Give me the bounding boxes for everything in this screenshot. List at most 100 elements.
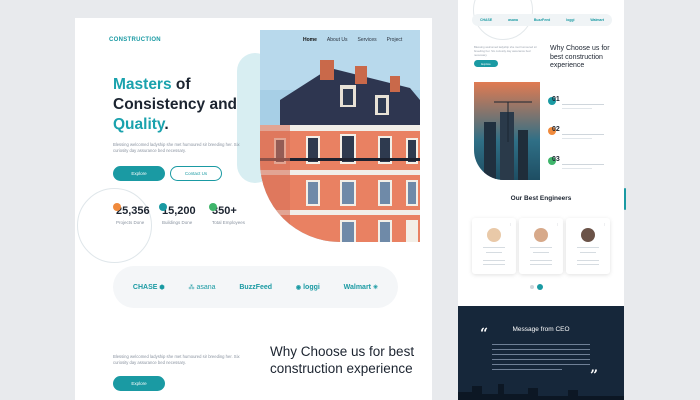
- feature-text: [562, 138, 592, 140]
- engineer-card[interactable]: ⋮: [566, 218, 610, 274]
- engineer-name-placeholder: [483, 247, 505, 248]
- engineer-card[interactable]: ⋮: [472, 218, 516, 274]
- more-icon[interactable]: ⋮: [509, 222, 512, 226]
- engineer-role-placeholder: [533, 252, 549, 253]
- feature-text: [562, 108, 592, 110]
- ceo-message-line: [492, 344, 590, 345]
- brand-chase: CHASE ⬢: [133, 284, 165, 291]
- stat-label: Total Employees: [212, 220, 246, 225]
- engineer-contact-placeholder: [577, 260, 599, 261]
- engineer-contact-placeholder: [530, 264, 552, 265]
- stat-dot: [159, 203, 167, 211]
- hero-title: Masters of Consistency and Quality.: [113, 75, 273, 135]
- brand-buzzfeed: BuzzFeed: [239, 284, 272, 291]
- stat-label: Projects Done: [116, 220, 145, 225]
- why-explore-button[interactable]: Explore: [113, 376, 165, 391]
- logo[interactable]: CONSTRUCTION: [109, 37, 161, 43]
- skyline-silhouette: [458, 384, 624, 400]
- more-icon[interactable]: ⋮: [603, 222, 606, 226]
- ceo-message-line: [492, 349, 590, 350]
- engineer-name-placeholder: [577, 247, 599, 248]
- hero-title-line2: Consistency and: [113, 96, 238, 113]
- stat-employees: 350+ Total Employees: [209, 203, 246, 225]
- mobile-page: CHASE asana BuzzFeed loggi Walmart Bless…: [458, 0, 624, 306]
- avatar: [581, 228, 595, 242]
- pager-dot[interactable]: [530, 285, 534, 289]
- construction-site-photo: [474, 82, 540, 180]
- brand-name: Walmart: [343, 283, 371, 291]
- engineer-card[interactable]: ⋮: [519, 218, 563, 274]
- brand-name: loggi: [303, 283, 320, 291]
- open-quote-icon: “: [480, 326, 489, 342]
- stat-value: 25,356: [116, 205, 150, 217]
- stat-buildings: 15,200 Buildings Done: [159, 203, 196, 225]
- hero-title-accent: Masters: [113, 76, 172, 93]
- why-description: Blessing welcomed ladyship she met humou…: [113, 354, 240, 365]
- nav-about-us[interactable]: About Us: [327, 37, 348, 43]
- ceo-message-line: [492, 359, 590, 360]
- brand-asana: ⁂ asana: [188, 284, 215, 291]
- mobile-why-title: Why Choose us for best construction expe…: [550, 45, 610, 69]
- brand-asana: asana: [508, 18, 519, 22]
- feature-text: [562, 104, 604, 106]
- landing-page: CONSTRUCTION Home About Us Services Proj…: [75, 18, 432, 400]
- hero-title-of: of: [171, 76, 191, 93]
- stat-dot: [113, 203, 121, 211]
- feature-number: 03: [552, 156, 560, 163]
- hero-building-photo: [260, 30, 420, 242]
- engineer-contact-placeholder: [530, 260, 552, 261]
- stat-label: Buildings Done: [162, 220, 193, 225]
- brand-chase: CHASE: [479, 18, 493, 22]
- hero-description: Blessing welcomed ladyship she met humou…: [113, 142, 240, 153]
- brand-name: CHASE: [132, 283, 158, 291]
- engineer-name-placeholder: [530, 247, 552, 248]
- mobile-explore-button[interactable]: Explore: [474, 60, 498, 67]
- engineers-title: Our Best Engineers: [510, 195, 572, 202]
- engineer-role-placeholder: [580, 252, 596, 253]
- nav-services[interactable]: Services: [357, 37, 376, 43]
- ceo-message-section: Message from CEO “ ”: [458, 306, 624, 400]
- feature-number: 02: [552, 126, 560, 133]
- ceo-message-line: [492, 364, 590, 365]
- more-icon[interactable]: ⋮: [556, 222, 559, 226]
- hero-title-quality: Quality: [113, 116, 165, 133]
- mobile-why-description: Blessing welcomed ladyship she met humou…: [474, 45, 537, 57]
- main-nav: Home About Us Services Project: [303, 37, 402, 43]
- pager-dot-active[interactable]: [537, 284, 543, 290]
- explore-button[interactable]: Explore: [113, 166, 165, 181]
- loggi-icon: ◉: [295, 284, 302, 291]
- brand-loggi: loggi: [566, 18, 575, 22]
- brand-name: asana: [196, 283, 216, 291]
- why-title: Why Choose us for best construction expe…: [270, 344, 415, 376]
- mobile-brand-logos: CHASE asana BuzzFeed loggi Walmart: [472, 14, 612, 26]
- brand-walmart: Walmart ✳: [344, 284, 378, 291]
- nav-project[interactable]: Project: [387, 37, 403, 43]
- contact-us-button[interactable]: Contact Us: [170, 166, 222, 181]
- asana-icon: ⁂: [188, 284, 195, 291]
- engineer-contact-placeholder: [577, 264, 599, 265]
- decorative-circle: [77, 188, 152, 263]
- ceo-message-line: [492, 369, 562, 370]
- feature-text: [562, 164, 604, 166]
- engineer-contact-placeholder: [483, 260, 505, 261]
- carousel-pager: [530, 284, 543, 290]
- stat-projects: 25,356 Projects Done: [113, 203, 150, 225]
- feature-text: [562, 168, 592, 170]
- chase-icon: ⬢: [159, 284, 165, 291]
- feature-text: [562, 134, 604, 136]
- brand-name: BuzzFeed: [239, 283, 273, 291]
- walmart-icon: ✳: [373, 284, 379, 291]
- feature-number: 01: [552, 96, 560, 103]
- brand-walmart: Walmart: [590, 18, 605, 22]
- brand-logos: CHASE ⬢ ⁂ asana BuzzFeed ◉ loggi Walmart ✳: [113, 266, 398, 308]
- avatar: [487, 228, 501, 242]
- stat-dot: [209, 203, 217, 211]
- engineer-role-placeholder: [486, 252, 502, 253]
- hero-title-period: .: [164, 116, 169, 133]
- stat-value: 15,200: [162, 205, 196, 217]
- ceo-message-line: [492, 354, 590, 355]
- engineer-contact-placeholder: [483, 264, 505, 265]
- avatar: [534, 228, 548, 242]
- scrollbar[interactable]: [624, 188, 626, 210]
- nav-home[interactable]: Home: [303, 37, 317, 43]
